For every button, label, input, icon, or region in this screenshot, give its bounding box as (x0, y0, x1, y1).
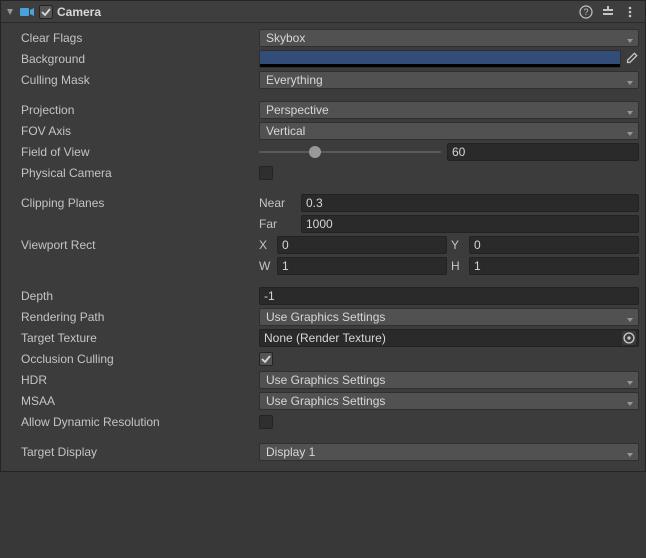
viewport-x-label: X (259, 238, 273, 252)
allow-dynamic-resolution-row: Allow Dynamic Resolution (7, 412, 639, 432)
msaa-dropdown[interactable]: Use Graphics Settings (259, 392, 639, 410)
chevron-down-icon (626, 106, 634, 114)
rendering-path-dropdown[interactable]: Use Graphics Settings (259, 308, 639, 326)
occlusion-culling-checkbox[interactable] (259, 352, 273, 366)
viewport-rect-xy-row: Viewport Rect X Y (7, 235, 639, 255)
enable-component-checkbox[interactable] (39, 5, 53, 19)
svg-text:?: ? (583, 7, 588, 17)
fov-axis-value: Vertical (266, 124, 305, 138)
occlusion-culling-row: Occlusion Culling (7, 349, 639, 369)
viewport-h-label: H (451, 259, 465, 273)
chevron-down-icon (626, 448, 634, 456)
rendering-path-row: Rendering Path Use Graphics Settings (7, 307, 639, 327)
target-display-value: Display 1 (266, 445, 315, 459)
viewport-x-input[interactable] (277, 236, 447, 254)
hdr-row: HDR Use Graphics Settings (7, 370, 639, 390)
background-alpha-bar (260, 64, 620, 67)
clipping-far-input[interactable] (301, 215, 639, 233)
foldout-icon[interactable] (5, 7, 15, 17)
background-color-swatch (260, 51, 620, 64)
viewport-rect-label: Viewport Rect (7, 238, 259, 252)
viewport-h-input[interactable] (469, 257, 639, 275)
target-display-dropdown[interactable]: Display 1 (259, 443, 639, 461)
culling-mask-row: Culling Mask Everything (7, 70, 639, 90)
hdr-dropdown[interactable]: Use Graphics Settings (259, 371, 639, 389)
background-label: Background (7, 52, 259, 66)
clear-flags-row: Clear Flags Skybox (7, 28, 639, 48)
depth-row: Depth (7, 286, 639, 306)
rendering-path-label: Rendering Path (7, 310, 259, 324)
hdr-label: HDR (7, 373, 259, 387)
projection-dropdown[interactable]: Perspective (259, 101, 639, 119)
menu-icon[interactable] (623, 5, 637, 19)
projection-label: Projection (7, 103, 259, 117)
target-texture-label: Target Texture (7, 331, 259, 345)
target-display-label: Target Display (7, 445, 259, 459)
projection-row: Projection Perspective (7, 100, 639, 120)
clear-flags-value: Skybox (266, 31, 305, 45)
depth-input[interactable] (259, 287, 639, 305)
header-icons: ? (579, 5, 641, 19)
hdr-value: Use Graphics Settings (266, 373, 385, 387)
fov-axis-label: FOV Axis (7, 124, 259, 138)
viewport-w-input[interactable] (277, 257, 447, 275)
msaa-value: Use Graphics Settings (266, 394, 385, 408)
chevron-down-icon (626, 313, 634, 321)
viewport-y-label: Y (451, 238, 465, 252)
field-of-view-row: Field of View (7, 142, 639, 162)
culling-mask-label: Culling Mask (7, 73, 259, 87)
target-texture-value: None (Render Texture) (264, 331, 386, 345)
object-picker-icon[interactable] (622, 331, 636, 345)
eyedropper-icon[interactable] (623, 50, 639, 68)
fov-axis-dropdown[interactable]: Vertical (259, 122, 639, 140)
physical-camera-row: Physical Camera (7, 163, 639, 183)
slider-thumb[interactable] (309, 146, 321, 158)
culling-mask-value: Everything (266, 73, 323, 87)
physical-camera-label: Physical Camera (7, 166, 259, 180)
viewport-rect-wh-row: W H (7, 256, 639, 276)
clear-flags-dropdown[interactable]: Skybox (259, 29, 639, 47)
clipping-planes-label: Clipping Planes (7, 196, 259, 210)
culling-mask-dropdown[interactable]: Everything (259, 71, 639, 89)
target-texture-row: Target Texture None (Render Texture) (7, 328, 639, 348)
camera-component: Camera ? Clear Flags Skybox Backg (0, 0, 646, 472)
allow-dynamic-resolution-label: Allow Dynamic Resolution (7, 415, 259, 429)
component-header: Camera ? (1, 1, 645, 23)
occlusion-culling-label: Occlusion Culling (7, 352, 259, 366)
rendering-path-value: Use Graphics Settings (266, 310, 385, 324)
clear-flags-label: Clear Flags (7, 31, 259, 45)
allow-dynamic-resolution-checkbox[interactable] (259, 415, 273, 429)
chevron-down-icon (626, 34, 634, 42)
projection-value: Perspective (266, 103, 329, 117)
msaa-label: MSAA (7, 394, 259, 408)
physical-camera-checkbox[interactable] (259, 166, 273, 180)
msaa-row: MSAA Use Graphics Settings (7, 391, 639, 411)
viewport-y-input[interactable] (469, 236, 639, 254)
chevron-down-icon (626, 76, 634, 84)
field-of-view-label: Field of View (7, 145, 259, 159)
far-label: Far (259, 217, 299, 231)
target-display-row: Target Display Display 1 (7, 442, 639, 462)
chevron-down-icon (626, 127, 634, 135)
target-texture-field[interactable]: None (Render Texture) (259, 329, 639, 347)
component-body: Clear Flags Skybox Background (1, 23, 645, 471)
help-icon[interactable]: ? (579, 5, 593, 19)
clipping-planes-far-row: Far (7, 214, 639, 234)
field-of-view-input[interactable] (447, 143, 639, 161)
background-color-field[interactable] (259, 50, 621, 68)
preset-icon[interactable] (601, 5, 615, 19)
field-of-view-slider[interactable] (259, 143, 441, 161)
background-row: Background (7, 49, 639, 69)
viewport-w-label: W (259, 259, 273, 273)
depth-label: Depth (7, 289, 259, 303)
camera-icon (19, 4, 35, 20)
chevron-down-icon (626, 397, 634, 405)
near-label: Near (259, 196, 299, 210)
chevron-down-icon (626, 376, 634, 384)
clipping-planes-near-row: Clipping Planes Near (7, 193, 639, 213)
clipping-near-input[interactable] (301, 194, 639, 212)
fov-axis-row: FOV Axis Vertical (7, 121, 639, 141)
component-title: Camera (57, 5, 575, 19)
